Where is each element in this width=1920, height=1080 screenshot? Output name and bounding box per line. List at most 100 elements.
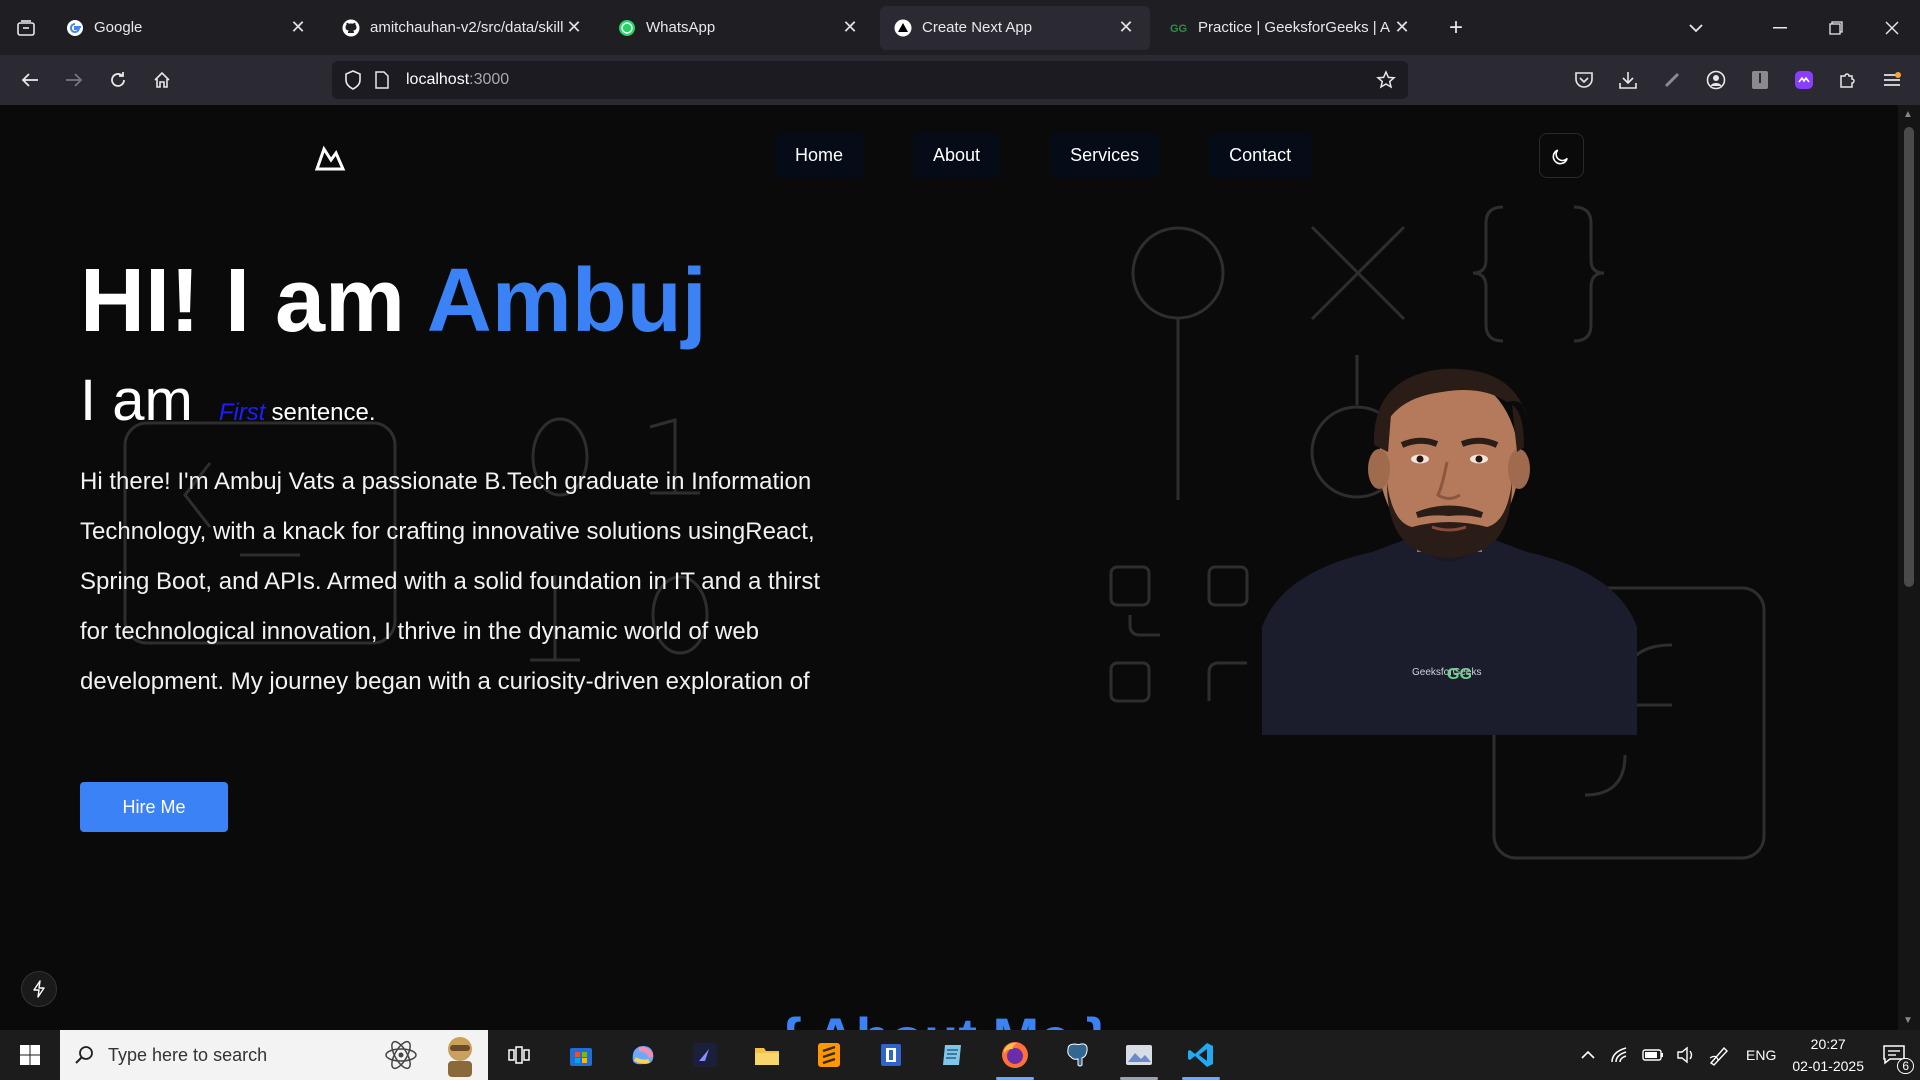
close-tab-icon[interactable]: ✕	[1392, 17, 1412, 38]
start-button[interactable]	[0, 1030, 60, 1080]
clock-date: 02-01-2025	[1792, 1058, 1864, 1074]
taskbar-image-viewer[interactable]	[1108, 1030, 1170, 1080]
task-view-button[interactable]	[488, 1030, 550, 1080]
reload-icon[interactable]	[96, 58, 140, 102]
battery-icon[interactable]	[1642, 1048, 1664, 1062]
close-tab-icon[interactable]: ✕	[288, 17, 308, 38]
page-scrollbar[interactable]: ▲ ▼	[1898, 105, 1920, 1030]
theme-toggle-button[interactable]	[1539, 133, 1584, 178]
search-icon	[75, 1046, 93, 1064]
account-icon[interactable]	[1694, 58, 1738, 102]
close-tab-icon[interactable]: ✕	[1116, 17, 1136, 38]
pen-input-icon[interactable]	[1708, 1044, 1730, 1066]
tab-list-button[interactable]	[0, 0, 52, 55]
extension-zip-icon[interactable]	[1738, 58, 1782, 102]
tab-google[interactable]: Google ✕	[52, 6, 322, 50]
lightning-bolt-icon	[33, 980, 45, 998]
bookmark-star-icon[interactable]	[1376, 70, 1396, 90]
home-icon[interactable]	[140, 58, 184, 102]
tab-title: Google	[94, 19, 143, 36]
address-bar[interactable]: localhost:3000	[332, 61, 1408, 99]
taskbar-notepad[interactable]	[922, 1030, 984, 1080]
pocket-icon[interactable]	[1562, 58, 1606, 102]
profile-photo: GeeksforGeeks GG	[1262, 368, 1637, 735]
svg-text:GG: GG	[1447, 666, 1472, 683]
new-tab-button[interactable]: +	[1436, 8, 1476, 48]
network-icon[interactable]	[1610, 1046, 1630, 1064]
clock[interactable]: 20:27 02-01-2025	[1792, 1033, 1864, 1077]
taskbar-visual-studio[interactable]	[674, 1030, 736, 1080]
svg-text:GG: GG	[1170, 23, 1187, 35]
nav-about[interactable]: About	[913, 133, 1001, 178]
taskbar-copilot[interactable]	[612, 1030, 674, 1080]
close-window-button[interactable]	[1864, 0, 1920, 55]
nav-contact[interactable]: Contact	[1209, 133, 1312, 178]
forward-arrow-icon[interactable]	[52, 58, 96, 102]
extension-purple-icon[interactable]	[1782, 58, 1826, 102]
tab-title: Create Next App	[922, 19, 1033, 36]
minimize-window-button[interactable]	[1752, 0, 1808, 55]
system-tray: ENG 20:27 02-01-2025 6	[1580, 1030, 1920, 1080]
back-arrow-icon[interactable]	[8, 58, 52, 102]
taskbar-firefox[interactable]	[984, 1030, 1046, 1080]
nextjs-icon	[894, 19, 912, 36]
whatsapp-icon	[619, 19, 635, 36]
postgresql-elephant-icon	[1067, 1043, 1088, 1067]
taskbar-postgresql[interactable]	[1046, 1030, 1108, 1080]
tab-title: amitchauhan-v2/src/data/skills	[370, 19, 564, 36]
restore-window-button[interactable]	[1808, 0, 1864, 55]
scrollbar-thumb[interactable]	[1904, 127, 1914, 587]
mountain-logo-icon	[314, 145, 346, 171]
tab-whatsapp[interactable]: WhatsApp ✕	[604, 6, 874, 50]
url-port: :3000	[469, 71, 510, 88]
taskbar-vscode[interactable]	[1170, 1030, 1232, 1080]
scroll-down-arrow-icon[interactable]: ▼	[1903, 1015, 1913, 1026]
list-all-tabs-chevron-icon[interactable]	[1668, 0, 1724, 55]
show-hidden-icons-chevron-icon[interactable]	[1580, 1050, 1596, 1060]
task-view-icon	[508, 1046, 530, 1064]
taskbar-notes-app[interactable]	[860, 1030, 922, 1080]
tab-create-next-app[interactable]: Create Next App ✕	[880, 5, 1150, 50]
tab-github[interactable]: amitchauhan-v2/src/data/skills ✕	[328, 6, 598, 50]
notification-center-button[interactable]: 6	[1882, 1043, 1914, 1074]
hero-name: Ambuj	[426, 251, 707, 351]
firefox-icon	[1002, 1042, 1028, 1068]
atom-icon	[385, 1040, 417, 1070]
nav-home[interactable]: Home	[775, 133, 864, 178]
page-icon[interactable]	[374, 71, 390, 89]
taskbar-microsoft-store[interactable]	[550, 1030, 612, 1080]
close-tab-icon[interactable]: ✕	[840, 17, 860, 38]
sublime-text-icon	[818, 1043, 840, 1067]
geeksforgeeks-icon: GG	[1170, 23, 1187, 35]
hire-me-button[interactable]: Hire Me	[80, 782, 228, 832]
microsoft-store-icon	[570, 1048, 592, 1066]
hero-sub-prefix: I am	[80, 368, 193, 433]
input-language[interactable]: ENG	[1746, 1047, 1776, 1063]
tab-title: Practice | GeeksforGeeks | A cor	[1198, 19, 1392, 36]
site-nav: Home About Services Contact	[775, 133, 1312, 178]
downloads-icon[interactable]	[1606, 58, 1650, 102]
taskbar-sublime-text[interactable]	[798, 1030, 860, 1080]
nav-services[interactable]: Services	[1050, 133, 1160, 178]
taskbar-search-box[interactable]: Type here to search	[60, 1030, 488, 1080]
scroll-up-arrow-icon[interactable]: ▲	[1903, 109, 1913, 120]
google-icon	[67, 19, 83, 36]
tab-geeksforgeeks[interactable]: GG Practice | GeeksforGeeks | A cor ✕	[1156, 6, 1426, 50]
shield-icon[interactable]	[344, 70, 362, 90]
site-logo[interactable]	[314, 145, 346, 176]
extensions-puzzle-icon[interactable]	[1826, 58, 1870, 102]
close-tab-icon[interactable]: ✕	[564, 17, 584, 38]
moon-icon	[1552, 148, 1568, 164]
pen-icon[interactable]	[1650, 58, 1694, 102]
vscode-icon	[1188, 1043, 1213, 1067]
volume-icon[interactable]	[1676, 1046, 1696, 1064]
taskbar-file-explorer[interactable]	[736, 1030, 798, 1080]
windows-taskbar: Type here to search ENG 20:27 02-01-2025…	[0, 1030, 1920, 1080]
hero-description: Hi there! I'm Ambuj Vats a passionate B.…	[80, 468, 820, 695]
visual-studio-icon	[693, 1043, 717, 1067]
image-viewer-icon	[1126, 1045, 1152, 1065]
dev-tools-indicator-button[interactable]	[21, 971, 57, 1007]
about-me-heading: { About Me }	[780, 1005, 1108, 1030]
hero-title: HI! I am Ambuj	[80, 250, 707, 353]
app-menu-icon[interactable]	[1870, 58, 1914, 102]
